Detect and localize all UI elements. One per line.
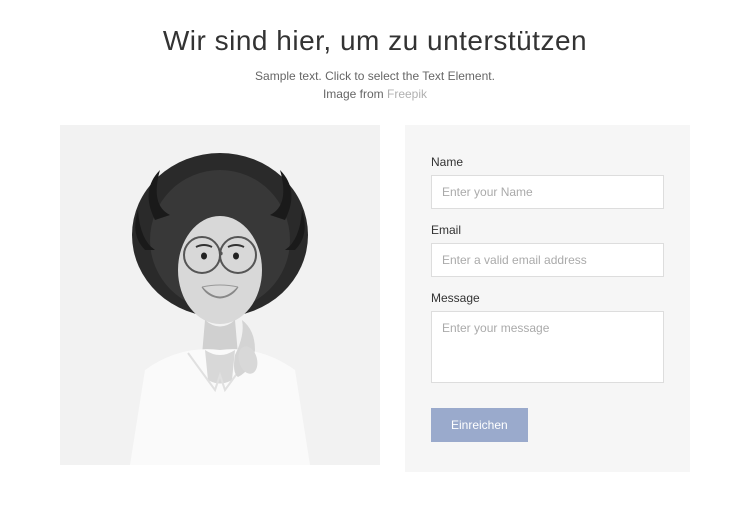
contact-form-panel: Name Email Message Einreichen bbox=[405, 125, 690, 472]
content-row: Name Email Message Einreichen bbox=[60, 125, 690, 472]
name-label: Name bbox=[431, 155, 664, 169]
email-input[interactable] bbox=[431, 243, 664, 277]
message-group: Message bbox=[431, 291, 664, 388]
message-input[interactable] bbox=[431, 311, 664, 383]
message-label: Message bbox=[431, 291, 664, 305]
hero-image bbox=[60, 125, 380, 465]
page-title: Wir sind hier, um zu unterstützen bbox=[60, 25, 690, 57]
email-label: Email bbox=[431, 223, 664, 237]
header: Wir sind hier, um zu unterstützen Sample… bbox=[60, 25, 690, 103]
subtitle: Sample text. Click to select the Text El… bbox=[60, 67, 690, 103]
submit-button[interactable]: Einreichen bbox=[431, 408, 528, 442]
name-group: Name bbox=[431, 155, 664, 209]
name-input[interactable] bbox=[431, 175, 664, 209]
subtitle-line1[interactable]: Sample text. Click to select the Text El… bbox=[255, 69, 495, 83]
subtitle-line2-prefix: Image from bbox=[323, 87, 387, 101]
freepik-link[interactable]: Freepik bbox=[387, 87, 427, 101]
email-group: Email bbox=[431, 223, 664, 277]
